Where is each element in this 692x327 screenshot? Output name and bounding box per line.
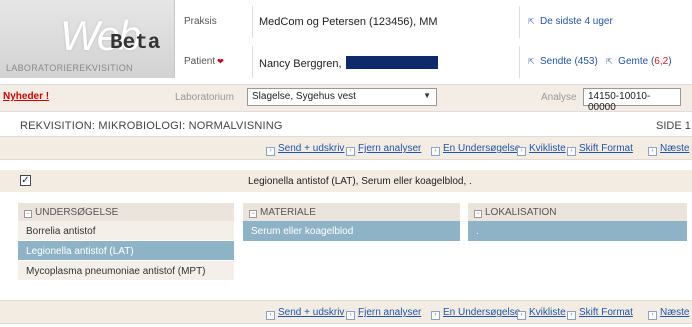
- patient-value: Nancy Berggren,: [252, 46, 512, 78]
- lokalisation-header[interactable]: − LOKALISATION: [468, 203, 687, 221]
- lokalisation-value[interactable]: .: [468, 221, 687, 241]
- quicklist-button[interactable]: › Kvikliste: [517, 307, 566, 320]
- link-arrow-icon: ⇱: [528, 57, 535, 66]
- page-title: REKVISITION: MIKROBIOLOGI: NORMALVISNING: [20, 120, 283, 132]
- praksis-value: MedCom og Petersen (123456), MM: [252, 6, 512, 38]
- period-link-label[interactable]: De sidste 4 uger: [540, 16, 613, 27]
- materiale-panel: − MATERIALE Serum eller koagelblod: [243, 203, 460, 241]
- one-exam-button[interactable]: › En Undersøgelse: [431, 143, 520, 156]
- arrow-icon: ›: [648, 147, 657, 156]
- laboratory-bar: Nyheder ! Laboratorium Slagelse, Sygehus…: [0, 84, 692, 113]
- materiale-value[interactable]: Serum eller koagelblod: [243, 221, 460, 241]
- analysis-checkbox[interactable]: ✓: [20, 175, 31, 186]
- arrow-icon: ›: [346, 311, 355, 320]
- undersogelse-header[interactable]: − UNDERSØGELSE: [18, 203, 234, 221]
- next-button[interactable]: › Næste: [648, 143, 689, 156]
- action-toolbar-bottom: › Send + udskriv › Fjern analyser › En Unde…: [0, 300, 692, 324]
- laboratory-label: Laboratorium: [175, 92, 234, 103]
- send-print-button[interactable]: › Send + udskriv: [266, 143, 344, 156]
- arrow-icon: ›: [431, 147, 440, 156]
- collapse-icon[interactable]: −: [249, 210, 257, 218]
- page-number: SIDE 1: [656, 120, 691, 132]
- news-link[interactable]: Nyheder !: [3, 91, 49, 102]
- saved-link[interactable]: Gemte (6,2): [618, 56, 671, 67]
- analysis-label: Analyse: [541, 92, 577, 103]
- laboratory-select[interactable]: Slagelse, Sygehus vest ▼: [247, 88, 437, 106]
- remove-analyses-button[interactable]: › Fjern analyser: [346, 307, 421, 320]
- arrow-icon: ›: [346, 147, 355, 156]
- arrow-icon: ›: [517, 311, 526, 320]
- exam-item-legionella[interactable]: Legionella antistof (LAT): [18, 241, 234, 261]
- exam-item-borrelia[interactable]: Borrelia antistof: [18, 221, 234, 241]
- collapse-icon[interactable]: −: [474, 210, 482, 218]
- remove-analyses-button[interactable]: › Fjern analyser: [346, 143, 421, 156]
- change-format-button[interactable]: › Skift Format: [567, 143, 633, 156]
- materiale-header[interactable]: − MATERIALE: [243, 203, 460, 221]
- praksis-label: Praksis: [184, 16, 217, 27]
- sent-saved-links: ⇱ Sendte (453) ⇱ Gemte (6,2): [519, 46, 692, 78]
- analysis-row: ✓ Legionella antistof (LAT), Serum eller…: [0, 170, 692, 192]
- heart-icon: ❤: [217, 57, 224, 66]
- undersogelse-panel: − UNDERSØGELSE Borrelia antistof Legionel…: [18, 203, 234, 281]
- one-exam-button[interactable]: › En Undersøgelse: [431, 307, 520, 320]
- collapse-icon[interactable]: −: [24, 210, 32, 218]
- send-print-button[interactable]: › Send + udskriv: [266, 307, 344, 320]
- link-arrow-icon: ⇱: [528, 17, 535, 26]
- sent-link[interactable]: Sendte (453): [540, 56, 598, 67]
- patient-name: Nancy Berggren,: [259, 58, 342, 70]
- patient-row: Patient ❤ Nancy Berggren, ⇱ Sendte (453) ⇱…: [174, 44, 692, 80]
- period-link[interactable]: ⇱ De sidste 4 uger: [519, 6, 692, 38]
- link-arrow-icon: ⇱: [606, 57, 613, 66]
- praksis-row: Praksis MedCom og Petersen (123456), MM …: [174, 4, 692, 40]
- arrow-icon: ›: [567, 311, 576, 320]
- arrow-icon: ›: [648, 311, 657, 320]
- arrow-icon: ›: [266, 147, 275, 156]
- logo-subtitle: LABORATORIEREKVISITION: [6, 63, 133, 73]
- change-format-button[interactable]: › Skift Format: [567, 307, 633, 320]
- dropdown-arrow-icon[interactable]: ▼: [423, 91, 431, 100]
- lokalisation-panel: − LOKALISATION .: [468, 203, 687, 241]
- laboratory-select-value: Slagelse, Sygehus vest: [252, 91, 356, 102]
- patient-label: Patient ❤: [184, 56, 224, 67]
- arrow-icon: ›: [517, 147, 526, 156]
- logo-beta-text: Beta: [110, 32, 161, 55]
- exam-item-mycoplasma[interactable]: Mycoplasma pneumoniae antistof (MPT): [18, 261, 234, 281]
- arrow-icon: ›: [567, 147, 576, 156]
- arrow-icon: ›: [431, 311, 440, 320]
- arrow-icon: ›: [266, 311, 275, 320]
- analysis-description: Legionella antistof (LAT), Serum eller k…: [248, 176, 472, 187]
- next-button[interactable]: › Næste: [648, 307, 689, 320]
- action-toolbar-top: › Send + udskriv › Fjern analyser › En Unde…: [0, 136, 692, 160]
- analysis-input[interactable]: 14150-10010-00000: [583, 88, 681, 113]
- quicklist-button[interactable]: › Kvikliste: [517, 143, 566, 156]
- patient-id-masked: [345, 56, 438, 69]
- webreq-logo: Web Beta LABORATORIEREKVISITION: [0, 0, 175, 78]
